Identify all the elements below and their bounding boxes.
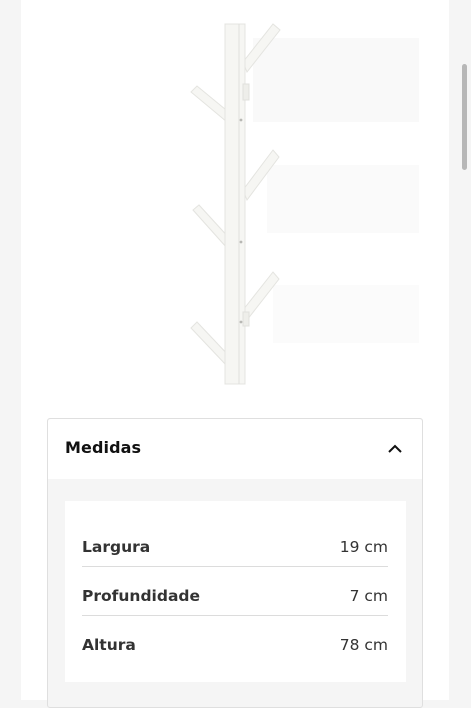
chevron-up-icon[interactable] bbox=[386, 440, 404, 458]
measurement-row-width: Largura 19 cm bbox=[82, 518, 388, 567]
measurement-value: 7 cm bbox=[349, 587, 388, 605]
measurement-value: 78 cm bbox=[339, 636, 388, 654]
measurements-title: Medidas bbox=[65, 438, 142, 457]
measurement-label: Profundidade bbox=[82, 587, 201, 605]
measurement-label: Largura bbox=[82, 538, 151, 556]
measurements-accordion: Medidas Largura 19 cm Profundidade 7 cm … bbox=[47, 418, 423, 708]
measurements-accordion-header[interactable]: Medidas bbox=[48, 419, 422, 479]
measurement-value: 19 cm bbox=[339, 538, 388, 556]
product-image-coat-rack bbox=[190, 23, 419, 385]
measurements-card: Largura 19 cm Profundidade 7 cm Altura 7… bbox=[65, 501, 406, 682]
measurement-row-depth: Profundidade 7 cm bbox=[82, 567, 388, 616]
measurement-label: Altura bbox=[82, 636, 136, 654]
measurement-row-height: Altura 78 cm bbox=[82, 616, 388, 665]
scrollbar-thumb[interactable] bbox=[462, 64, 467, 170]
